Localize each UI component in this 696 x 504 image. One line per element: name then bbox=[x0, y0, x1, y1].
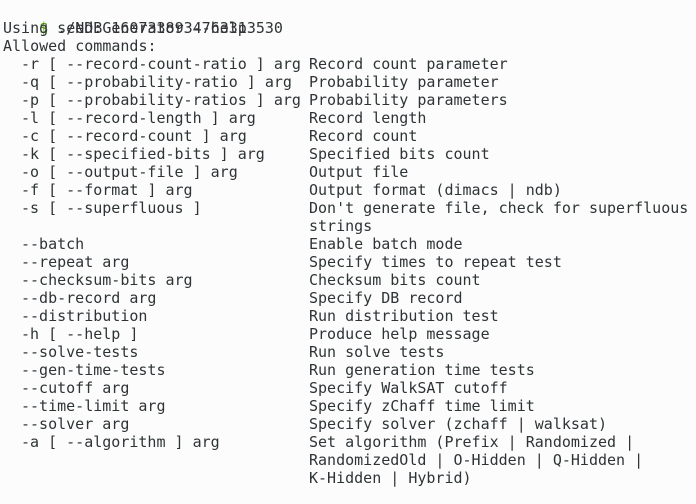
option-description: Record count bbox=[309, 127, 418, 145]
option-flag: --solve-tests bbox=[21, 343, 139, 361]
option-flag: --checksum-bits arg bbox=[21, 271, 193, 289]
option-description: Checksum bits count bbox=[309, 271, 481, 289]
option-flag: --gen-time-tests bbox=[21, 361, 166, 379]
option-description: Specify times to repeat test bbox=[309, 253, 562, 271]
option-flag: -a [ --algorithm ] arg bbox=[21, 433, 220, 451]
option-description: Set algorithm (Prefix | Randomized | bbox=[309, 433, 635, 451]
terminal-window[interactable]: $ ./NDBGenerator --help Using seed: 1607… bbox=[0, 0, 696, 504]
option-flag: --solver arg bbox=[21, 415, 130, 433]
option-description: Produce help message bbox=[309, 325, 490, 343]
option-description: Run distribution test bbox=[309, 307, 499, 325]
option-flag: -l [ --record-length ] arg bbox=[21, 109, 256, 127]
option-flag: --distribution bbox=[21, 307, 148, 325]
option-flag: -r [ --record-count-ratio ] arg bbox=[21, 55, 301, 73]
option-flag: --time-limit arg bbox=[21, 397, 166, 415]
option-flag: --db-record arg bbox=[21, 289, 157, 307]
option-description: Specify WalkSAT cutoff bbox=[309, 379, 508, 397]
option-description: Don't generate file, check for superfluo… bbox=[309, 199, 689, 217]
command-line: $ ./NDBGenerator --help bbox=[3, 1, 247, 37]
option-flag: -p [ --probability-ratios ] arg bbox=[21, 91, 301, 109]
option-description: strings bbox=[309, 217, 373, 235]
seed-line: Using seed: 1607338934763313530 bbox=[3, 19, 283, 37]
option-flag: -s [ --superfluous ] bbox=[21, 199, 202, 217]
option-description: Specified bits count bbox=[309, 145, 490, 163]
option-description: Record length bbox=[309, 109, 427, 127]
option-description: Output file bbox=[309, 163, 409, 181]
option-flag: -q [ --probability-ratio ] arg bbox=[21, 73, 292, 91]
option-flag: --cutoff arg bbox=[21, 379, 130, 397]
option-description: Probability parameters bbox=[309, 91, 508, 109]
option-flag: --repeat arg bbox=[21, 253, 130, 271]
option-flag: -o [ --output-file ] arg bbox=[21, 163, 238, 181]
allowed-commands-header: Allowed commands: bbox=[3, 37, 157, 55]
option-flag: -k [ --specified-bits ] arg bbox=[21, 145, 265, 163]
option-description: Specify zChaff time limit bbox=[309, 397, 535, 415]
option-flag: --batch bbox=[21, 235, 85, 253]
option-flag: -c [ --record-count ] arg bbox=[21, 127, 247, 145]
option-description: Probability parameter bbox=[309, 73, 499, 91]
option-description: Specify solver (zchaff | walksat) bbox=[309, 415, 608, 433]
option-flag: -f [ --format ] arg bbox=[21, 181, 193, 199]
option-description: Output format (dimacs | ndb) bbox=[309, 181, 562, 199]
option-description: K-Hidden | Hybrid) bbox=[309, 469, 472, 487]
option-description: Run generation time tests bbox=[309, 361, 535, 379]
option-description: Run solve tests bbox=[309, 343, 445, 361]
option-description: Specify DB record bbox=[309, 289, 463, 307]
option-description: Enable batch mode bbox=[309, 235, 463, 253]
option-flag: -h [ --help ] bbox=[21, 325, 139, 343]
option-description: Record count parameter bbox=[309, 55, 508, 73]
option-description: RandomizedOld | O-Hidden | Q-Hidden | bbox=[309, 451, 644, 469]
